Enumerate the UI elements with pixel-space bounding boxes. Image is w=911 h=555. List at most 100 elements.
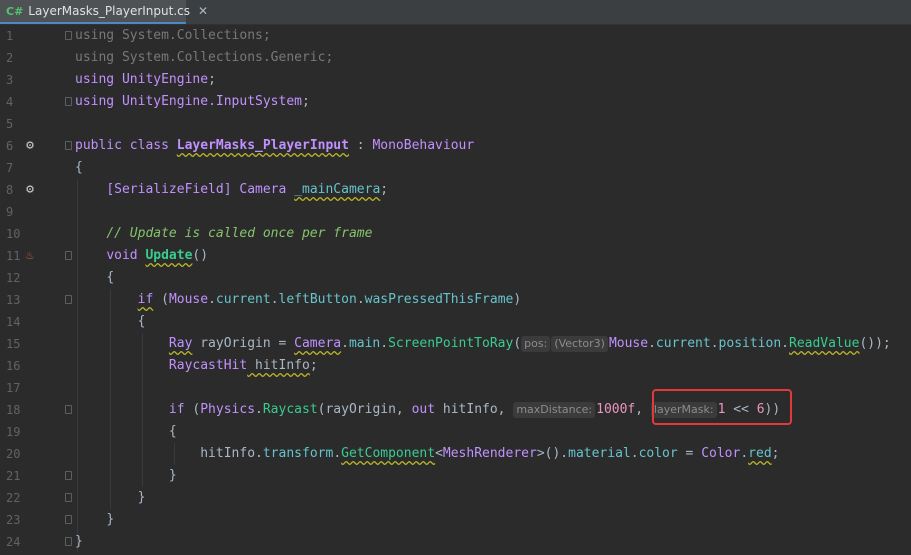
hot-method-icon[interactable]: ♨ (22, 248, 38, 264)
punct: . (356, 292, 365, 307)
property: main (348, 336, 381, 351)
fold-marker-icon[interactable] (65, 405, 72, 414)
punct: . (270, 292, 279, 307)
namespace: UnityEngine.InputSystem (121, 94, 302, 109)
class-ref: Mouse (168, 292, 209, 307)
fold-marker-icon[interactable] (65, 471, 72, 480)
punct: . (208, 292, 216, 307)
punct: . (781, 336, 789, 351)
line-number: 21 (6, 469, 21, 483)
punct: . (630, 446, 639, 461)
method-call: Raycast (262, 402, 318, 417)
code-line: 7 { (0, 157, 911, 179)
line-number: 10 (6, 227, 21, 241)
brace: } (168, 468, 177, 483)
code-line: 8 ⚙ [SerializeField] Camera _mainCamera; (0, 179, 911, 201)
line-number: 22 (6, 491, 21, 505)
punct: . (740, 446, 749, 461)
class-name: LayerMasks_PlayerInput (176, 138, 349, 153)
punct: . (560, 446, 569, 461)
tab-layermasks-playerinput[interactable]: C# LayerMasks_PlayerInput.cs ✕ (0, 0, 208, 24)
line-number: 2 (6, 51, 14, 65)
fold-marker-icon[interactable] (65, 141, 72, 150)
fold-marker-icon[interactable] (65, 295, 72, 304)
brace: { (137, 314, 146, 329)
code-line: 14 { (0, 311, 911, 333)
unity-icon[interactable]: ⚙ (22, 138, 38, 154)
namespace: System.Collections.Generic; (121, 50, 334, 65)
highlight-box (652, 389, 792, 425)
attribute: [SerializeField] (106, 182, 232, 197)
method-name: Update (145, 248, 193, 263)
variable: rayOrigin = (192, 336, 295, 351)
punct: ) (513, 292, 522, 307)
punct: ( (513, 336, 522, 351)
fold-marker-icon[interactable] (65, 251, 72, 260)
line-number: 12 (6, 271, 21, 285)
line-number: 14 (6, 315, 21, 329)
line-number: 4 (6, 95, 14, 109)
punct: . (380, 336, 389, 351)
punct: () (544, 446, 561, 461)
code-line: 6 ⚙ public class LayerMasks_PlayerInput … (0, 135, 911, 157)
base-class: MonoBehaviour (372, 138, 475, 153)
parameter-hint: (Vector3) (551, 336, 608, 352)
keyword: void (106, 248, 138, 263)
punct: ; (309, 358, 318, 373)
punct: ; (380, 182, 389, 197)
close-tab-icon[interactable]: ✕ (198, 4, 208, 18)
unity-icon[interactable]: ⚙ (22, 182, 38, 198)
operator: = (677, 446, 702, 461)
brace: } (75, 534, 83, 549)
keyword: if (168, 402, 185, 417)
line-number: 24 (6, 535, 21, 549)
csharp-file-icon: C# (6, 4, 24, 18)
comment: // Update is called once per frame (106, 226, 373, 241)
punct: ( (153, 292, 169, 307)
property: leftButton (278, 292, 357, 307)
code-line: 13 if (Mouse.current.leftButton.wasPress… (0, 289, 911, 311)
line-number: 9 (6, 205, 14, 219)
code-line: 23 } (0, 509, 911, 531)
brace: { (106, 270, 115, 285)
line-number: 17 (6, 381, 21, 395)
punct: ()); (859, 336, 891, 351)
fold-marker-icon[interactable] (65, 515, 72, 524)
punct: ( (184, 402, 201, 417)
code-line: 24 } (0, 531, 911, 553)
keyword: using (75, 50, 115, 65)
property: color (638, 446, 678, 461)
class-ref: Color (701, 446, 741, 461)
class-ref: Mouse (608, 336, 649, 351)
type: Camera (239, 182, 287, 197)
type: MeshRenderer (442, 446, 537, 461)
fold-marker-icon[interactable] (65, 493, 72, 502)
property: position (718, 336, 782, 351)
punct: . (255, 402, 263, 417)
punct: . (648, 336, 656, 351)
parameter-hint: maxDistance: (513, 402, 596, 418)
line-number: 23 (6, 513, 21, 527)
brace: { (75, 160, 83, 175)
code-editor[interactable]: 1 using System.Collections; 2 using Syst… (0, 25, 911, 555)
parameter-hint: pos: (521, 336, 551, 352)
arguments: (rayOrigin, (317, 402, 412, 417)
punct: . (333, 446, 342, 461)
code-line: 20 hitInfo.transform.GetComponent<MeshRe… (0, 443, 911, 465)
namespace: System.Collections; (121, 28, 271, 43)
number-literal: 1000f (596, 402, 636, 417)
punct: : (348, 138, 373, 153)
method-call: ScreenPointToRay (388, 336, 514, 351)
property: current (655, 336, 711, 351)
code-line: 5 (0, 113, 911, 135)
line-number: 15 (6, 337, 21, 351)
brace: } (137, 490, 146, 505)
code-line: 2 using System.Collections.Generic; (0, 47, 911, 69)
fold-marker-icon[interactable] (65, 97, 72, 106)
line-number: 18 (6, 403, 21, 417)
punct: () (192, 248, 209, 263)
fold-marker-icon[interactable] (65, 537, 72, 546)
fold-marker-icon[interactable] (65, 31, 72, 40)
arguments: hitInfo, (435, 402, 514, 417)
keyword: using (75, 94, 115, 109)
